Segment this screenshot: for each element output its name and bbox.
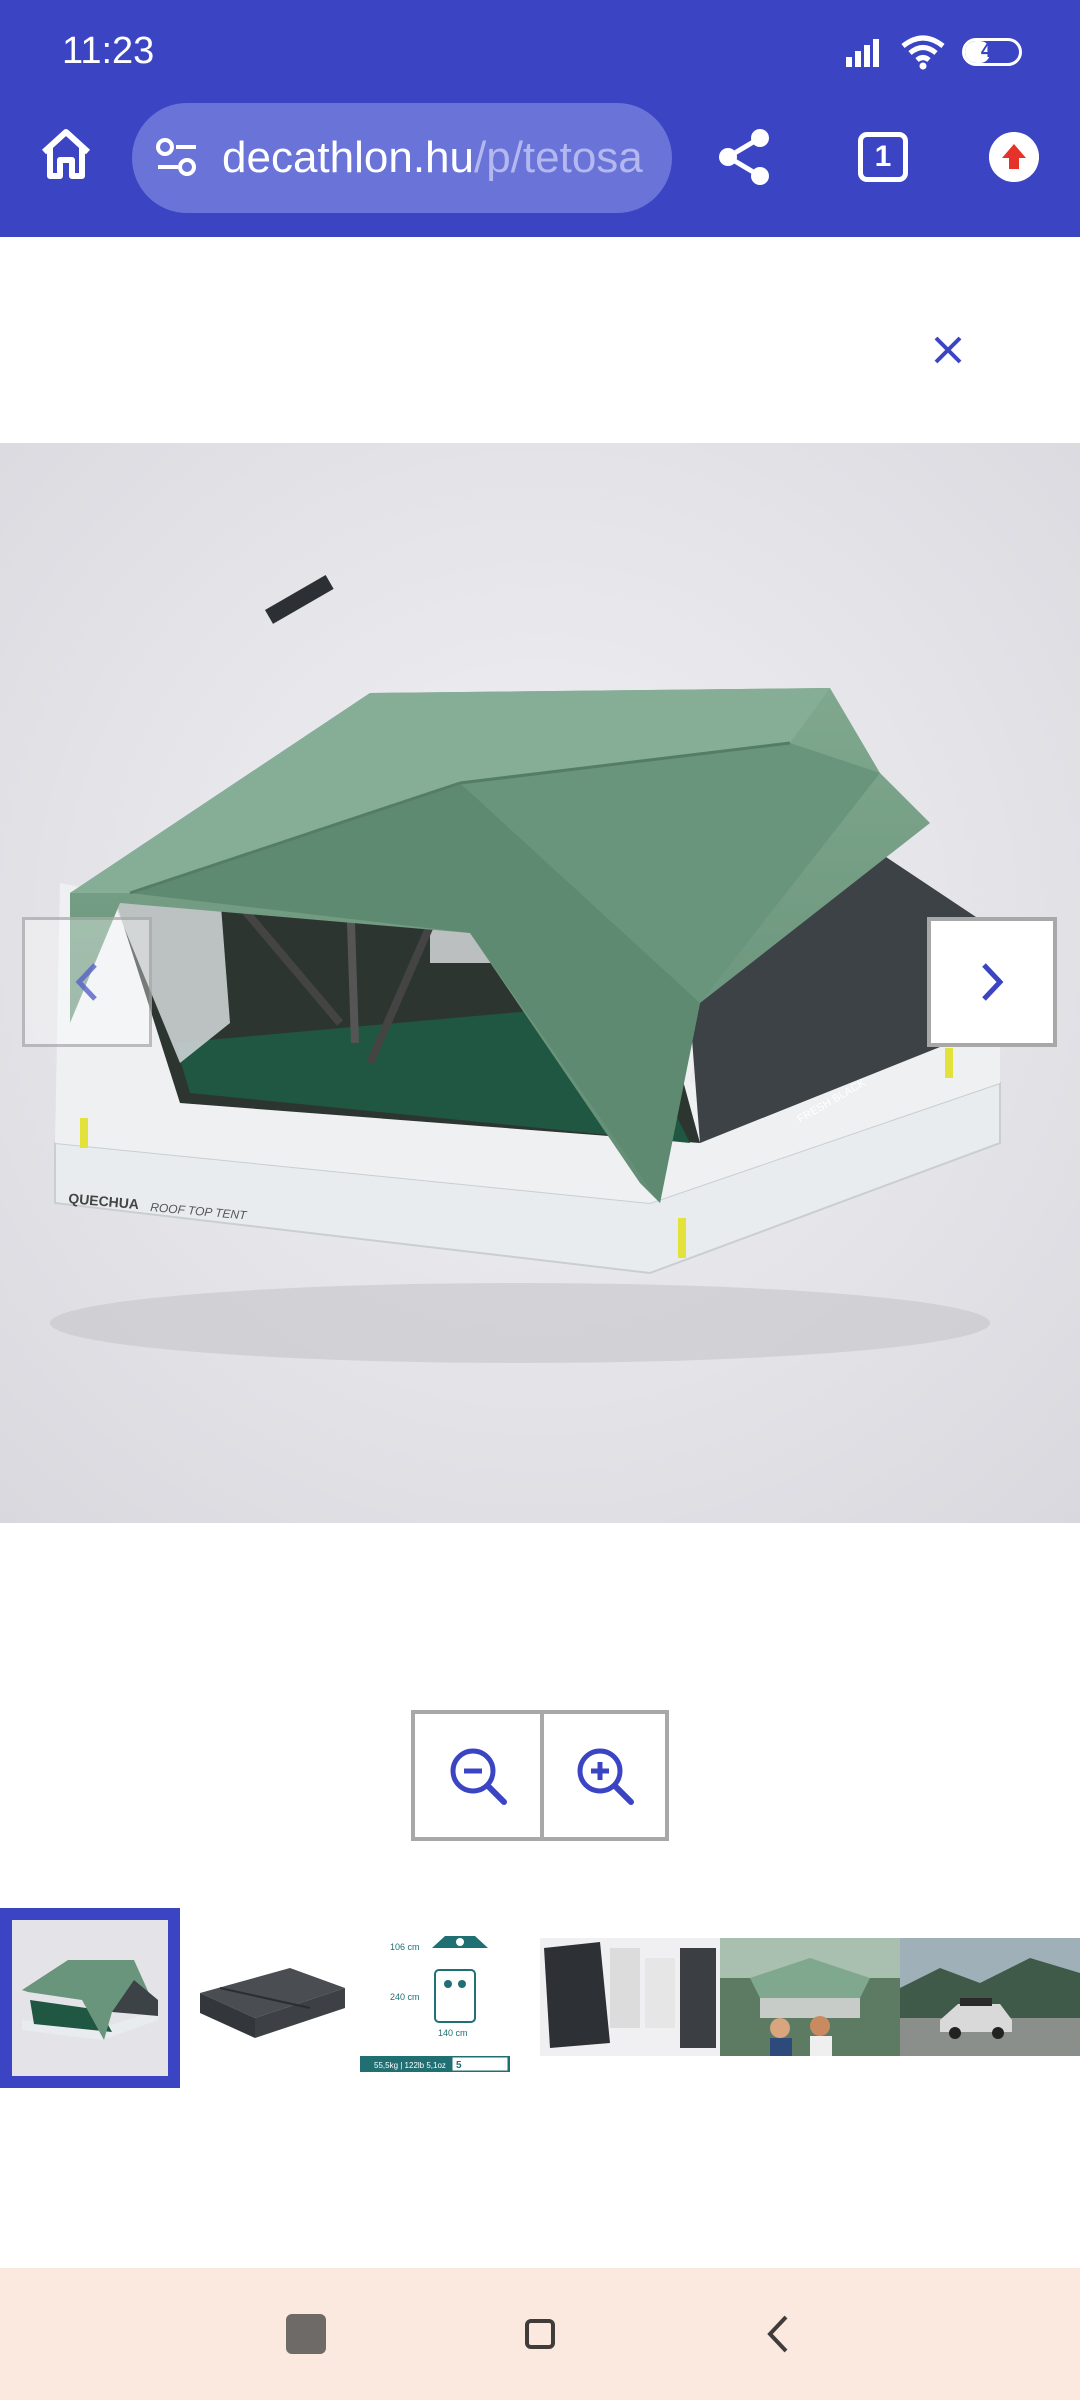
zoom-out-button[interactable] — [415, 1714, 540, 1837]
home-nav-button[interactable] — [525, 2319, 555, 2349]
wifi-icon — [901, 35, 945, 70]
zoom-controls — [411, 1710, 669, 1841]
thumbnail-dimensions[interactable]: 106 cm 240 cm 140 cm 55,5kg | 122lb 5,1o… — [360, 1908, 540, 2088]
zoom-in-button[interactable] — [540, 1714, 665, 1837]
thumbnail-lifestyle[interactable] — [720, 1908, 900, 2088]
share-icon[interactable] — [716, 126, 774, 188]
url-bar[interactable]: decathlon.hu/p/tetosa — [132, 103, 672, 213]
thumbnail-tent-open[interactable] — [0, 1908, 180, 2088]
recent-apps-button[interactable] — [286, 2314, 326, 2354]
status-time: 11:23 — [62, 30, 155, 72]
home-icon[interactable] — [36, 124, 96, 184]
zoom-out-icon — [450, 1748, 507, 1805]
thumbnail-components[interactable] — [540, 1908, 720, 2088]
site-settings-icon[interactable] — [154, 135, 200, 181]
url-path: /p/tetosa — [474, 133, 643, 182]
update-icon[interactable] — [989, 132, 1039, 182]
zoom-in-icon — [577, 1748, 634, 1805]
chevron-right-icon — [982, 963, 1004, 1001]
tent-image: QUECHUA ROOF TOP TENT FRESH BLACK — [0, 443, 1080, 1523]
chevron-left-icon — [75, 963, 97, 1001]
dim-width-label: 140 cm — [438, 2028, 468, 2038]
battery-icon: 46 — [962, 38, 1022, 66]
main-product-image[interactable]: QUECHUA ROOF TOP TENT FRESH BLACK — [0, 443, 1080, 1523]
thumbnail-tent-closed[interactable] — [180, 1908, 360, 2088]
status-icons: 46 — [844, 34, 1022, 70]
thumbnail-strip: 106 cm 240 cm 140 cm 55,5kg | 122lb 5,1o… — [0, 1908, 1080, 2088]
thumbnail-car-landscape[interactable] — [900, 1908, 1080, 2088]
next-image-button[interactable] — [927, 917, 1057, 1047]
prev-image-button[interactable] — [22, 917, 152, 1047]
browser-toolbar: 11:23 46 decathlon.hu/p/tetosa 1 — [0, 0, 1080, 237]
url-text[interactable]: decathlon.hu/p/tetosa — [222, 133, 643, 183]
battery-level: 46 — [980, 40, 1004, 62]
dim-warranty-label: 5 — [456, 2060, 462, 2071]
dim-height-label: 106 cm — [390, 1942, 420, 1952]
url-domain: decathlon.hu — [222, 133, 474, 182]
back-icon[interactable] — [758, 2311, 798, 2357]
dim-weight-label: 55,5kg | 122lb 5,1oz — [374, 2061, 446, 2070]
close-icon[interactable] — [928, 330, 968, 370]
signal-icon — [846, 39, 879, 67]
dim-length-label: 240 cm — [390, 1992, 420, 2002]
tabs-icon[interactable]: 1 — [858, 132, 908, 182]
